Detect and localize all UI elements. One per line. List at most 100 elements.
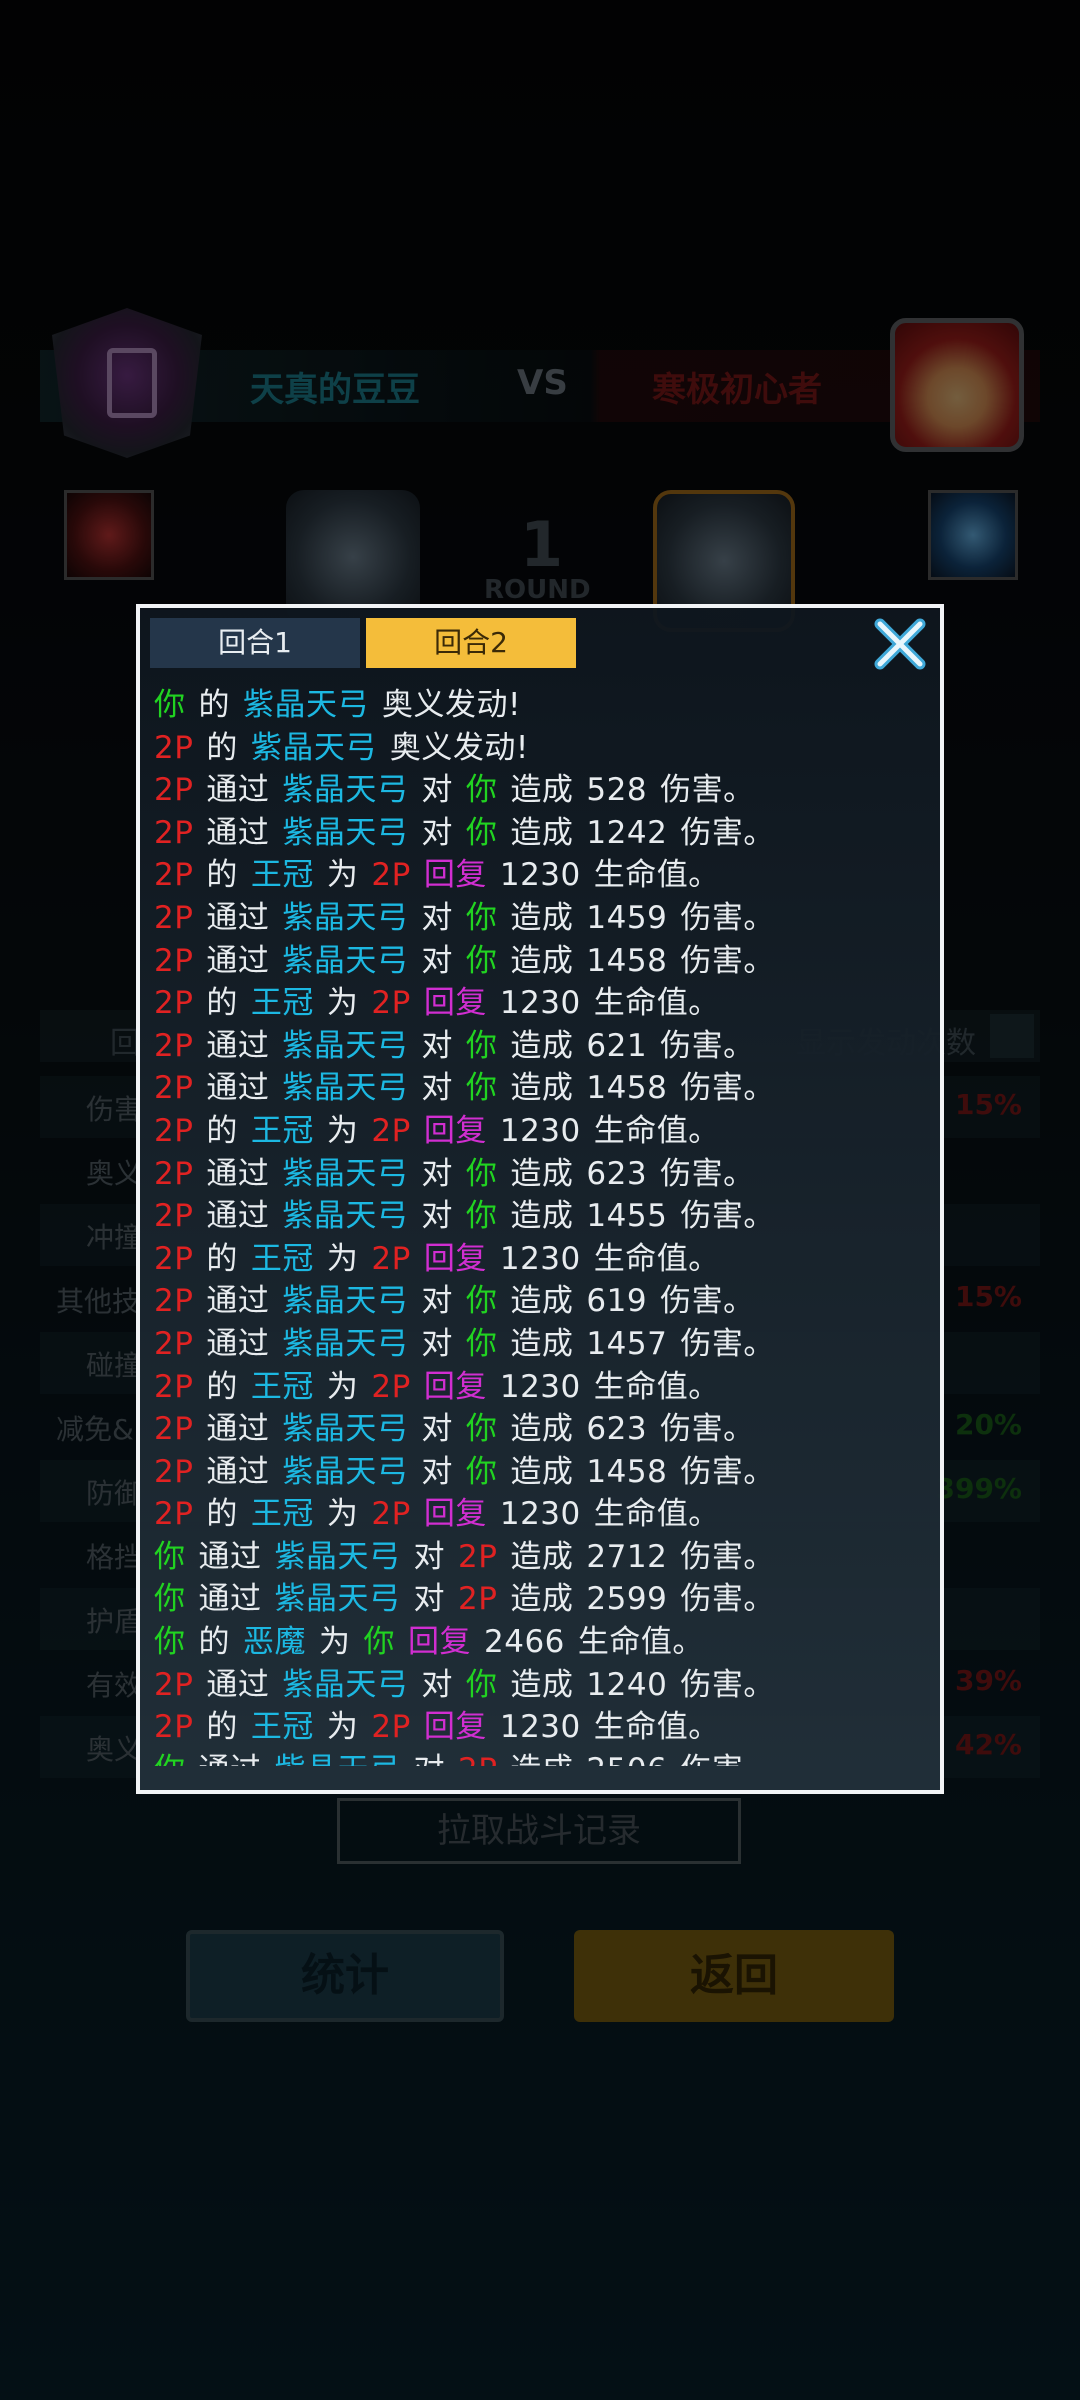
- skill-icon-left[interactable]: [64, 490, 154, 580]
- log-token: 伤害。: [680, 814, 775, 851]
- log-token: 造成: [510, 1581, 574, 1618]
- log-token: 你: [154, 1752, 186, 1766]
- log-token: 伤害。: [660, 1027, 755, 1064]
- log-entry: 2P 通过 紫晶天弓对你造成 1242 伤害。: [154, 812, 924, 855]
- log-token: 伤害。: [680, 1325, 775, 1362]
- log-token: 的: [206, 729, 238, 766]
- log-entry: 2P 通过 紫晶天弓对你造成 1240 伤害。: [154, 1664, 924, 1707]
- log-token: 2P: [154, 814, 194, 851]
- log-entry: 2P 的王冠为 2P 回复 1230 生命值。: [154, 854, 924, 897]
- log-token: 1242: [586, 814, 668, 851]
- log-token: 伤害。: [680, 1666, 775, 1703]
- log-token: 对: [421, 899, 453, 936]
- log-token: 王冠: [250, 985, 314, 1022]
- log-token: 生命值。: [593, 1240, 720, 1277]
- log-token: 为: [326, 857, 359, 894]
- log-token: 造成: [510, 899, 574, 936]
- log-token: 2P: [154, 1240, 194, 1277]
- log-entry: 2P 通过 紫晶天弓对你造成 528 伤害。: [154, 769, 924, 812]
- log-token: 为: [326, 1112, 359, 1149]
- log-token: 2P: [154, 1709, 194, 1746]
- tab-round-1[interactable]: 回合1: [150, 618, 360, 668]
- player-left-avatar[interactable]: [52, 308, 202, 458]
- skill-icon-right[interactable]: [928, 490, 1018, 580]
- close-button[interactable]: [872, 616, 928, 672]
- battle-log-list[interactable]: 你的紫晶天弓 奥义发动! 2P 的紫晶天弓 奥义发动! 2P 通过 紫晶天弓对你造成 528 伤害…: [154, 684, 924, 1766]
- log-entry: 你的紫晶天弓 奥义发动!: [154, 684, 924, 727]
- log-token: 你: [465, 772, 498, 809]
- log-token: 2P: [371, 1240, 411, 1277]
- log-token: 1458: [586, 1453, 668, 1490]
- log-token: 回复: [423, 1240, 487, 1277]
- stats-button[interactable]: 统计: [186, 1930, 504, 2022]
- log-token: 造成: [510, 814, 574, 851]
- round-tabs: 回合1 回合2: [150, 618, 576, 670]
- stats-row-label: 格挡: [86, 1541, 143, 1574]
- log-token: 通过: [199, 1752, 262, 1766]
- log-token: 623: [586, 1411, 648, 1448]
- back-button[interactable]: 返回: [574, 1930, 894, 2022]
- log-token: 对: [421, 772, 453, 809]
- log-token: 为: [326, 1368, 359, 1405]
- log-token: 紫晶天弓: [282, 1325, 409, 1362]
- tab-round-2[interactable]: 回合2: [366, 618, 576, 668]
- log-token: 王冠: [250, 1709, 314, 1746]
- log-token: 通过: [206, 899, 270, 936]
- log-entry: 2P 的王冠为 2P 回复 1230 生命值。: [154, 982, 924, 1025]
- log-token: 对: [413, 1581, 445, 1618]
- log-token: 紫晶天弓: [282, 1027, 409, 1064]
- log-token: 王冠: [250, 1368, 314, 1405]
- log-entry: 2P 的王冠为 2P 回复 1230 生命值。: [154, 1706, 924, 1749]
- log-token: 回复: [423, 1112, 487, 1149]
- log-token: 2P: [371, 1368, 411, 1405]
- log-token: 对: [421, 1453, 453, 1490]
- log-token: 你: [465, 1411, 498, 1448]
- stats-row-value: 20%: [954, 1408, 1022, 1441]
- log-token: 造成: [510, 1453, 574, 1490]
- show-trigger-count-checkbox[interactable]: [990, 1014, 1034, 1058]
- stats-row-label: 冲撞: [86, 1221, 143, 1254]
- log-token: 伤害。: [680, 1581, 775, 1618]
- log-token: 你: [465, 899, 498, 936]
- log-token: 2P: [154, 1325, 194, 1362]
- stats-row-label: 减免&: [56, 1413, 134, 1446]
- log-token: 对: [421, 1155, 453, 1192]
- log-token: 紫晶天弓: [243, 687, 369, 723]
- log-token: 2P: [371, 857, 411, 894]
- log-token: 造成: [510, 1198, 574, 1235]
- log-token: 1230: [499, 985, 581, 1022]
- log-token: 生命值。: [577, 1624, 704, 1661]
- log-token: 2712: [586, 1538, 668, 1575]
- log-token: 2P: [154, 1666, 194, 1703]
- log-token: 2P: [154, 1453, 194, 1490]
- log-token: 紫晶天弓: [282, 1155, 409, 1192]
- log-entry: 2P 通过 紫晶天弓对你造成 1457 伤害。: [154, 1323, 924, 1366]
- log-token: 恶魔: [243, 1624, 306, 1661]
- log-token: 造成: [510, 942, 574, 979]
- log-token: 紫晶天弓: [282, 1666, 409, 1703]
- log-token: 通过: [206, 1283, 270, 1320]
- stats-row-value: 399%: [935, 1472, 1022, 1505]
- log-token: 伤害。: [680, 942, 775, 979]
- log-entry: 2P 的王冠为 2P 回复 1230 生命值。: [154, 1238, 924, 1281]
- log-token: 的: [206, 985, 238, 1022]
- log-token: 2P: [154, 1070, 194, 1107]
- log-token: 你: [154, 1624, 186, 1661]
- crest-icon: [107, 348, 157, 418]
- player-right-avatar[interactable]: [890, 318, 1024, 452]
- log-token: 伤害。: [660, 1155, 755, 1192]
- pull-log-button[interactable]: 拉取战斗记录: [337, 1798, 741, 1864]
- log-entry: 2P 通过 紫晶天弓对你造成 623 伤害。: [154, 1153, 924, 1196]
- log-token: 你: [465, 1198, 498, 1235]
- log-token: 对: [421, 942, 453, 979]
- log-entry: 2P 通过 紫晶天弓对你造成 1458 伤害。: [154, 940, 924, 983]
- stats-row-label: 其他技: [56, 1285, 141, 1318]
- log-token: 对: [421, 1666, 453, 1703]
- log-token: 为: [326, 985, 359, 1022]
- log-token: 2506: [586, 1752, 667, 1766]
- log-token: 1230: [499, 1709, 581, 1746]
- log-entry: 2P 的紫晶天弓 奥义发动!: [154, 727, 924, 770]
- log-token: 你: [465, 1453, 498, 1490]
- log-token: 你: [465, 814, 498, 851]
- log-token: 造成: [510, 1666, 574, 1703]
